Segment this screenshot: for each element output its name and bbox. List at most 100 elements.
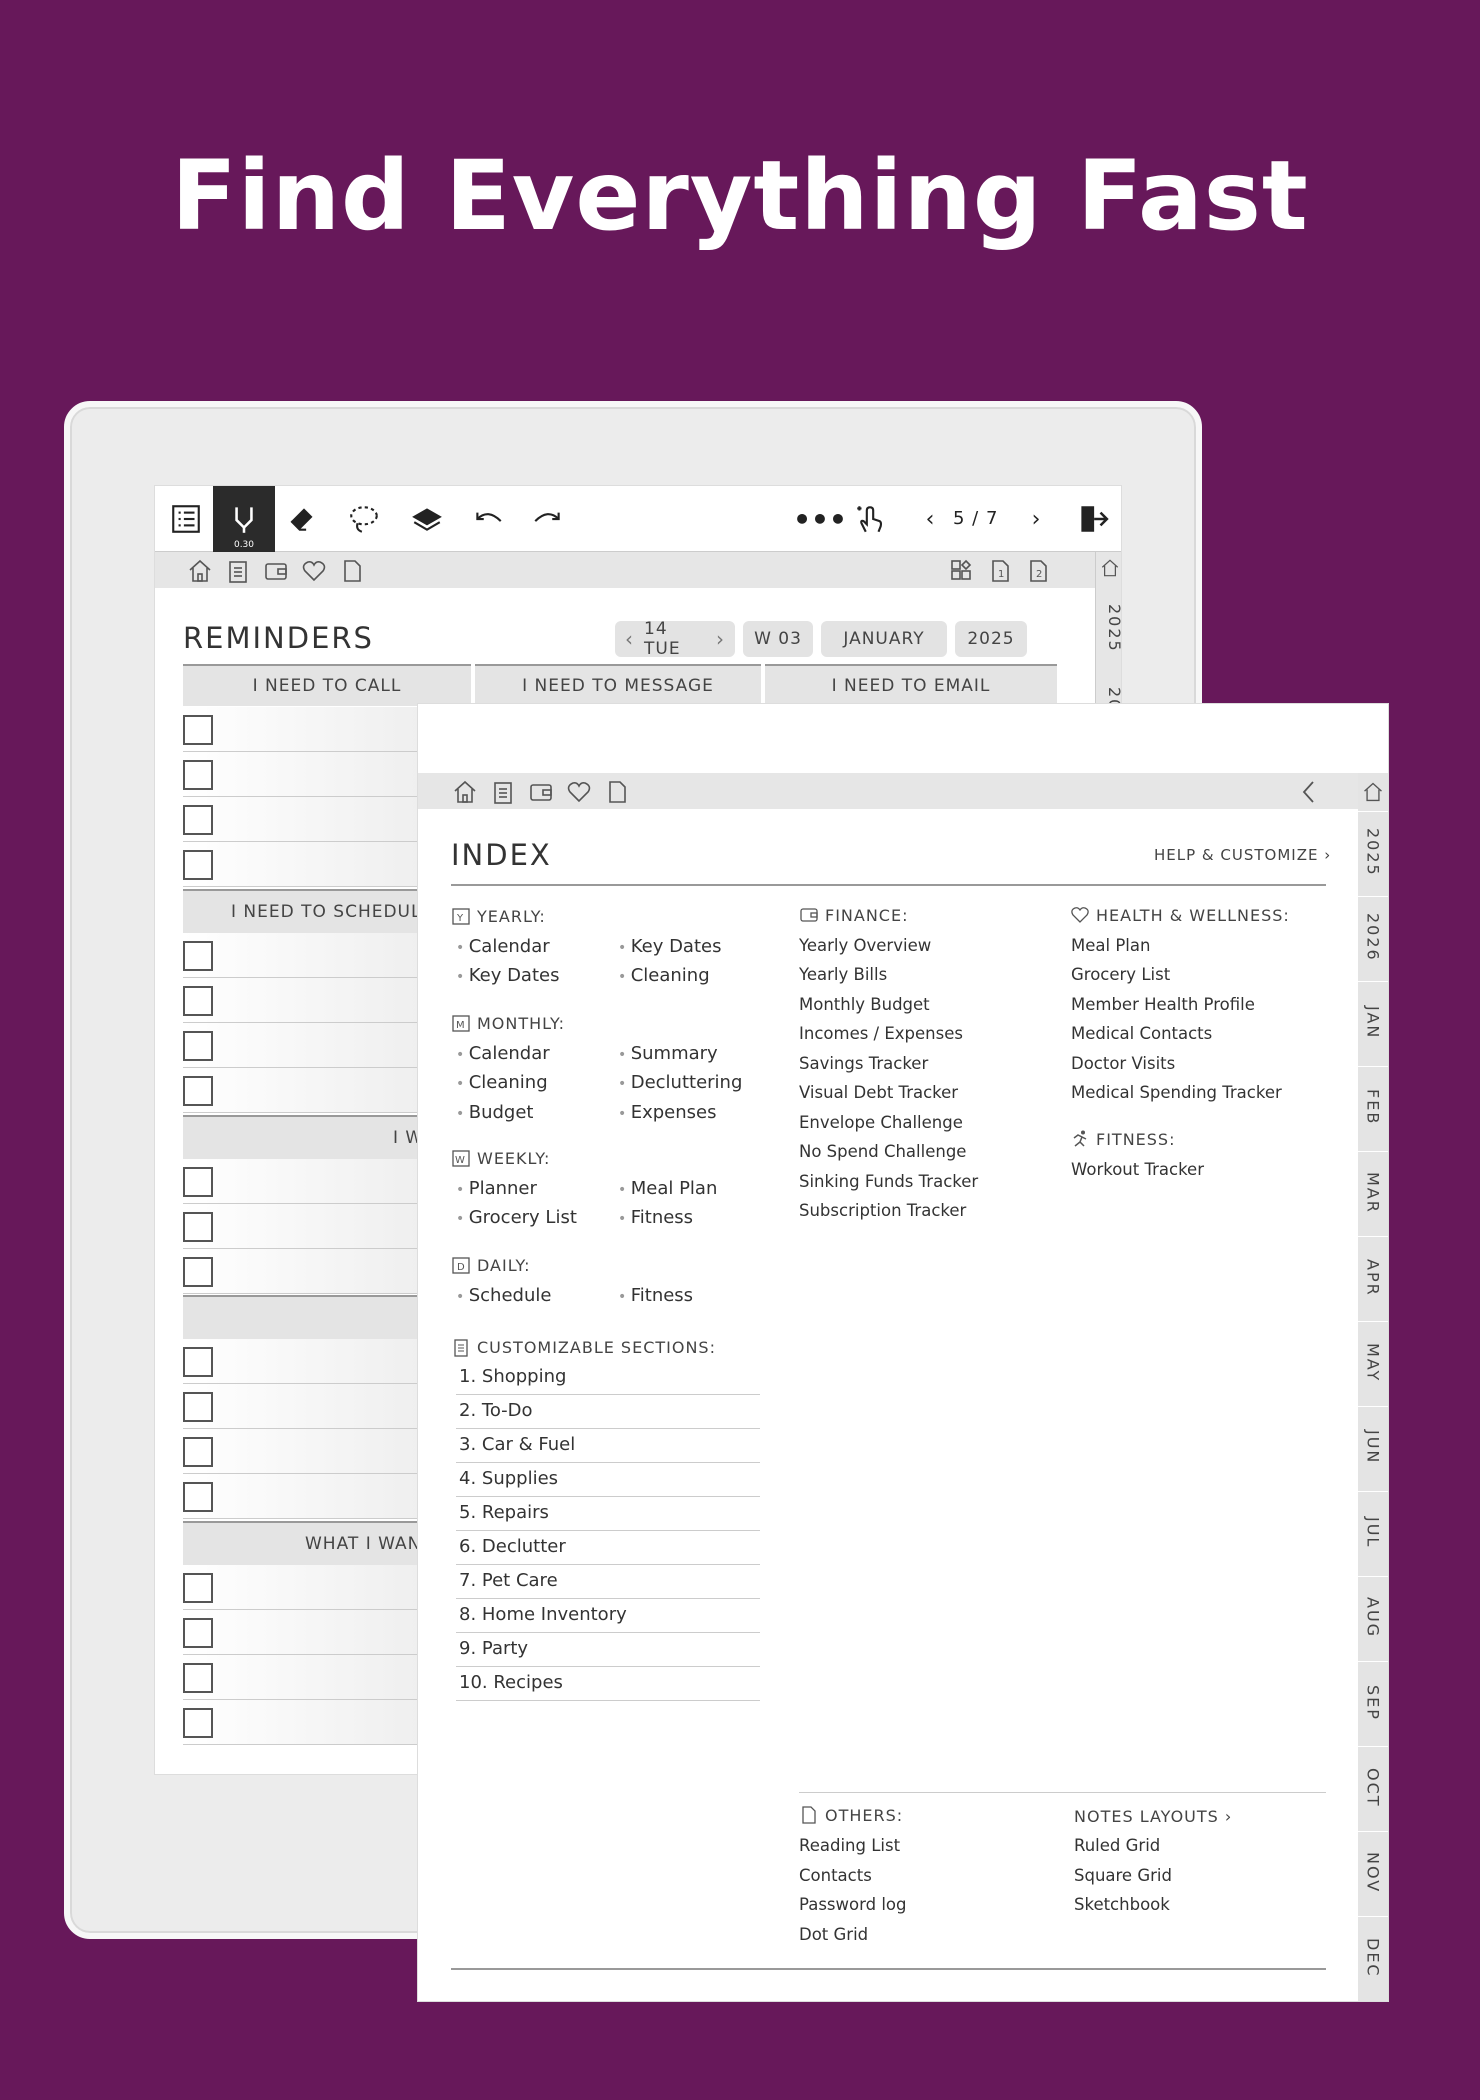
toc-icon[interactable] <box>161 486 211 552</box>
finance-link[interactable]: Monthly Budget <box>799 995 930 1014</box>
checkbox[interactable] <box>183 805 213 835</box>
clipboard-icon[interactable] <box>225 558 251 584</box>
custom-section-link[interactable]: 9. Party <box>459 1638 528 1659</box>
side-tab-2025[interactable]: 2025 <box>1358 811 1388 893</box>
checkbox[interactable] <box>183 1573 213 1603</box>
side-tab-oct[interactable]: OCT <box>1358 1746 1388 1828</box>
back-chevron-icon[interactable] <box>1296 779 1322 805</box>
side-tab-feb[interactable]: FEB <box>1358 1066 1388 1148</box>
health-header[interactable]: HEALTH & WELLNESS: <box>1070 905 1290 925</box>
clipboard-icon[interactable] <box>490 779 516 805</box>
others-link[interactable]: Dot Grid <box>799 1925 868 1944</box>
side-tab-jul[interactable]: JUL <box>1358 1491 1388 1573</box>
yearly-calendar-link[interactable]: Calendar <box>456 936 550 957</box>
notes-icon[interactable] <box>604 779 630 805</box>
layers-icon[interactable] <box>399 486 455 552</box>
checkbox[interactable] <box>183 986 213 1016</box>
finance-link[interactable]: Yearly Overview <box>799 936 931 955</box>
custom-section-link[interactable]: 1. Shopping <box>459 1366 566 1387</box>
checkbox[interactable] <box>183 1482 213 1512</box>
yearly-header[interactable]: Y YEARLY: <box>451 906 546 926</box>
more-options-icon[interactable]: ••• <box>793 486 847 552</box>
prev-day-icon[interactable]: ‹ <box>615 627 644 651</box>
monthly-decluttering-link[interactable]: Decluttering <box>618 1072 743 1093</box>
daily-schedule-link[interactable]: Schedule <box>456 1285 552 1306</box>
notes-layout-link[interactable]: Sketchbook <box>1074 1895 1170 1914</box>
finance-link[interactable]: Sinking Funds Tracker <box>799 1172 978 1191</box>
custom-section-link[interactable]: 8. Home Inventory <box>459 1604 627 1625</box>
custom-section-link[interactable]: 6. Declutter <box>459 1536 566 1557</box>
side-home-icon[interactable] <box>1100 558 1120 578</box>
daily-header[interactable]: D DAILY: <box>451 1255 531 1275</box>
checkbox[interactable] <box>183 1347 213 1377</box>
monthly-calendar-link[interactable]: Calendar <box>456 1043 550 1064</box>
month-pill[interactable]: JANUARY <box>821 621 947 657</box>
next-page-icon[interactable]: › <box>1021 486 1051 552</box>
others-link[interactable]: Contacts <box>799 1866 872 1885</box>
monthly-cleaning-link[interactable]: Cleaning <box>456 1072 548 1093</box>
checkbox[interactable] <box>183 1167 213 1197</box>
monthly-expenses-link[interactable]: Expenses <box>618 1102 717 1123</box>
side-tab-nov[interactable]: NOV <box>1358 1831 1388 1913</box>
checkbox[interactable] <box>183 850 213 880</box>
finance-link[interactable]: Subscription Tracker <box>799 1201 966 1220</box>
side-tab-jun[interactable]: JUN <box>1358 1406 1388 1488</box>
side-home-icon[interactable] <box>1362 781 1384 803</box>
finance-link[interactable]: Yearly Bills <box>799 965 887 984</box>
custom-section-link[interactable]: 10. Recipes <box>459 1672 563 1693</box>
checkbox[interactable] <box>183 1392 213 1422</box>
checkbox[interactable] <box>183 941 213 971</box>
heart-icon[interactable] <box>566 779 592 805</box>
monthly-header[interactable]: M MONTHLY: <box>451 1013 565 1033</box>
checkbox[interactable] <box>183 1031 213 1061</box>
lasso-icon[interactable] <box>339 486 389 552</box>
side-tab-aug[interactable]: AUG <box>1358 1576 1388 1658</box>
health-link[interactable]: Member Health Profile <box>1071 995 1255 1014</box>
yearly-keydates-link[interactable]: Key Dates <box>456 965 560 986</box>
home-icon[interactable] <box>452 779 478 805</box>
side-tab-jan[interactable]: JAN <box>1358 981 1388 1063</box>
day-selector[interactable]: ‹ 14 TUE › <box>615 619 735 659</box>
side-tab-apr[interactable]: APR <box>1358 1236 1388 1318</box>
health-link[interactable]: Grocery List <box>1071 965 1170 984</box>
fitness-link[interactable]: Workout Tracker <box>1071 1160 1204 1179</box>
next-day-icon[interactable]: › <box>706 627 735 651</box>
checkbox[interactable] <box>183 1076 213 1106</box>
checkbox[interactable] <box>183 1212 213 1242</box>
yearly-keydates2-link[interactable]: Key Dates <box>618 936 722 957</box>
checkbox[interactable] <box>183 1437 213 1467</box>
daily-fitness-link[interactable]: Fitness <box>618 1285 693 1306</box>
prev-page-icon[interactable]: ‹ <box>915 486 945 552</box>
checkbox[interactable] <box>183 760 213 790</box>
weekly-header[interactable]: W WEEKLY: <box>451 1148 550 1168</box>
wallet-icon[interactable] <box>263 558 289 584</box>
finance-link[interactable]: Envelope Challenge <box>799 1113 963 1132</box>
weekly-planner-link[interactable]: Planner <box>456 1178 537 1199</box>
checkbox[interactable] <box>183 1663 213 1693</box>
others-link[interactable]: Password log <box>799 1895 906 1914</box>
finance-link[interactable]: No Spend Challenge <box>799 1142 966 1161</box>
others-header[interactable]: OTHERS: <box>799 1805 903 1825</box>
custom-section-link[interactable]: 5. Repairs <box>459 1502 549 1523</box>
layout-icon[interactable] <box>949 558 975 584</box>
custom-section-link[interactable]: 2. To-Do <box>459 1400 533 1421</box>
undo-icon[interactable] <box>463 486 513 552</box>
eraser-icon[interactable] <box>279 486 329 552</box>
weekly-grocery-link[interactable]: Grocery List <box>456 1207 577 1228</box>
yearly-cleaning-link[interactable]: Cleaning <box>618 965 710 986</box>
touch-gesture-icon[interactable] <box>845 486 895 552</box>
notes-icon[interactable] <box>339 558 365 584</box>
week-pill[interactable]: W 03 <box>743 621 813 657</box>
health-link[interactable]: Meal Plan <box>1071 936 1150 955</box>
side-tab-2026[interactable]: 2026 <box>1358 896 1388 978</box>
health-link[interactable]: Doctor Visits <box>1071 1054 1175 1073</box>
notes-layouts-header[interactable]: NOTES LAYOUTS › <box>1074 1807 1232 1826</box>
heart-icon[interactable] <box>301 558 327 584</box>
exit-icon[interactable] <box>1067 486 1117 552</box>
custom-section-link[interactable]: 4. Supplies <box>459 1468 558 1489</box>
page-one-icon[interactable]: 1 <box>987 558 1013 584</box>
page-two-icon[interactable]: 2 <box>1025 558 1051 584</box>
checkbox[interactable] <box>183 1708 213 1738</box>
health-link[interactable]: Medical Spending Tracker <box>1071 1083 1282 1102</box>
side-tab-dec[interactable]: DEC <box>1358 1916 1388 1998</box>
